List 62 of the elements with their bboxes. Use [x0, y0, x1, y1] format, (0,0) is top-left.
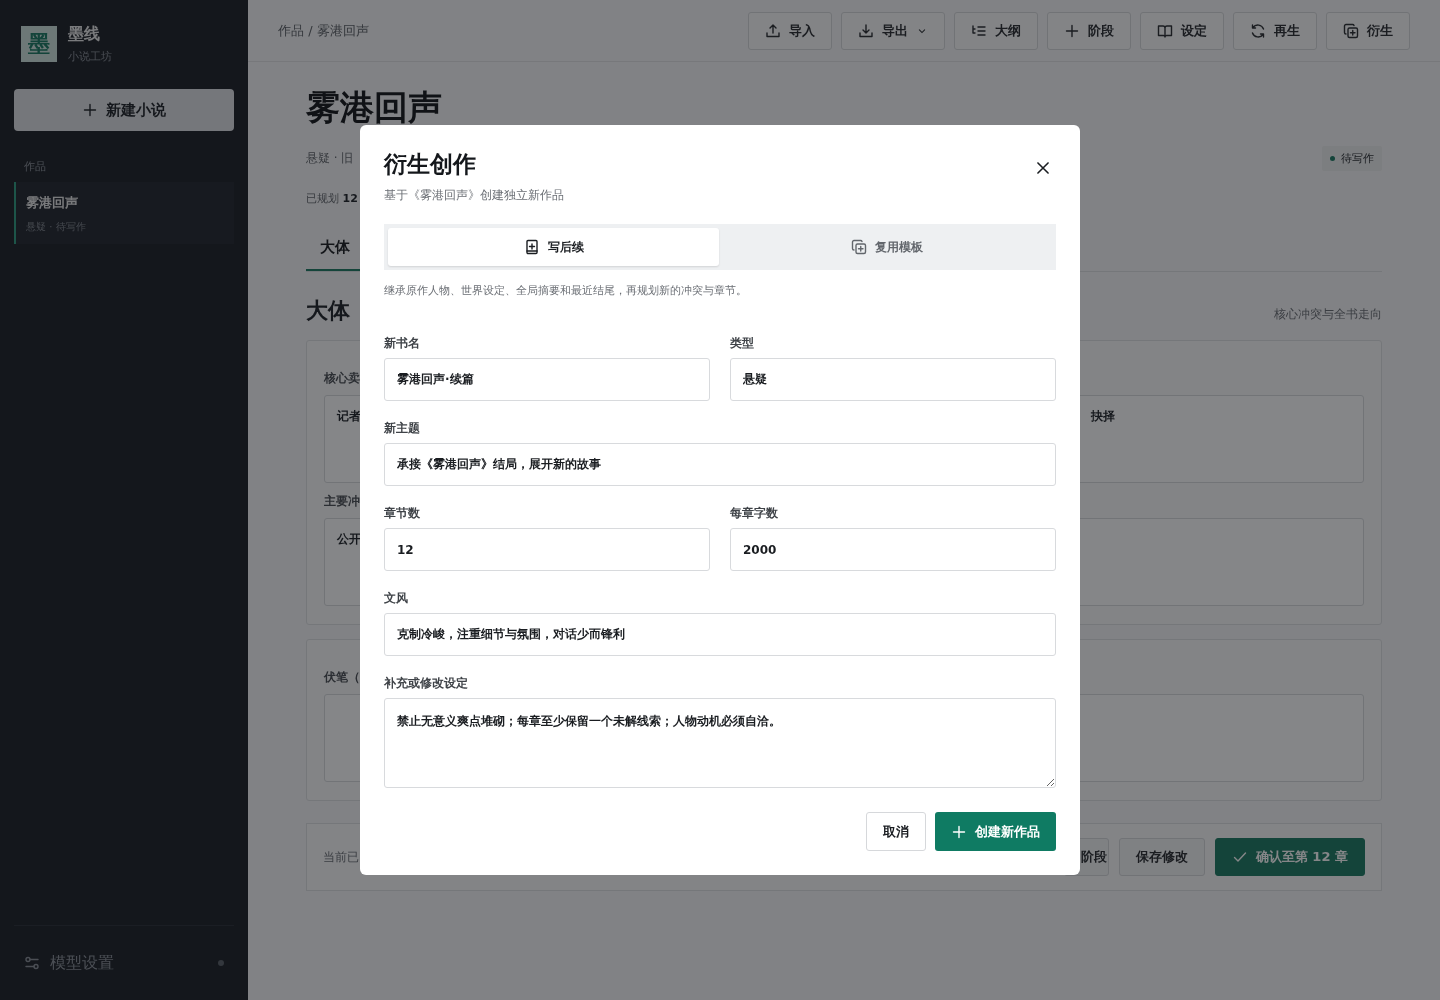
plus-icon	[82, 102, 98, 118]
field-text: 记者	[337, 408, 361, 425]
novel-meta: 悬疑 · 旧	[306, 150, 354, 167]
document-plus-icon	[523, 239, 540, 255]
page-title: 雾港回声	[306, 88, 442, 128]
input-field[interactable]: 12	[384, 528, 710, 571]
dialog-title: 衍生创作	[384, 151, 477, 179]
field-label: 新书名	[384, 336, 421, 350]
tab[interactable]: 复用模板	[721, 228, 1052, 266]
sliders-icon	[24, 955, 40, 971]
list-icon	[971, 22, 987, 39]
field-label: 每章字数	[730, 506, 779, 520]
refresh-icon	[1250, 22, 1266, 39]
status-dot	[218, 960, 224, 966]
confirm-button[interactable]: 确认至第 12 章	[1214, 838, 1365, 876]
text-area[interactable]: 禁止无意义爽点堆砌；每章至少保留一个未解线索；人物动机必须自洽。	[384, 698, 1056, 788]
toolbar-button[interactable]: 大纲	[954, 11, 1038, 50]
field-text: 抉择	[1091, 408, 1115, 425]
toolbar-button[interactable]: 设定	[1140, 11, 1224, 50]
progress-text: 已规划 12	[306, 191, 358, 206]
action-button[interactable]: 保存修改	[1118, 838, 1205, 876]
app-title: 墨线	[68, 24, 101, 45]
toolbar-button[interactable]: 再生	[1233, 11, 1317, 50]
book-icon	[1157, 22, 1173, 39]
status-badge: 待写作	[1322, 146, 1382, 171]
field-label: 类型	[730, 336, 755, 350]
cancel-button[interactable]: 取消	[866, 812, 926, 851]
breadcrumb: 作品 / 雾港回声	[278, 21, 370, 40]
novel-title: 雾港回声	[26, 194, 79, 212]
plus-icon	[1064, 22, 1080, 39]
field-label: 伏笔（	[324, 669, 360, 686]
toolbar-button[interactable]: 导出	[841, 11, 945, 50]
dialog-subtitle: 基于《雾港回声》创建独立新作品	[384, 187, 564, 204]
new-novel-button[interactable]: 新建小说	[14, 89, 234, 131]
field-label: 新主题	[384, 421, 421, 435]
copy-plus-icon	[850, 239, 867, 255]
create-button[interactable]: 创建新作品	[935, 812, 1056, 851]
section-hint: 核心冲突与全书走向	[1274, 306, 1382, 323]
field-label: 核心卖	[324, 370, 360, 387]
toolbar-button[interactable]: 衍生	[1326, 11, 1410, 50]
tab[interactable]: 写后续	[388, 228, 719, 266]
input-field[interactable]: 雾港回声·续篇	[384, 358, 710, 401]
section-title: 大体	[306, 297, 350, 325]
logo-icon: 墨	[21, 26, 57, 62]
input-field[interactable]: 2000	[730, 528, 1056, 571]
copy-plus-icon	[1343, 22, 1359, 39]
field-label: 主要冲	[324, 493, 360, 510]
close-icon	[1034, 159, 1052, 177]
upload-icon	[765, 22, 781, 39]
status-text: 当前已	[323, 848, 360, 866]
input-field[interactable]: 克制冷峻，注重细节与氛围，对话少而锋利	[384, 613, 1056, 656]
field-text: 公开	[337, 531, 361, 548]
toolbar-button[interactable]: 导入	[748, 11, 832, 50]
field-label: 文风	[384, 591, 409, 605]
hint-text: 继承原作人物、世界设定、全局摘要和最近结尾，再规划新的冲突与章节。	[384, 283, 748, 298]
toolbar-button[interactable]: 阶段	[1047, 11, 1131, 50]
input-field[interactable]: 承接《雾港回声》结局，展开新的故事	[384, 443, 1056, 486]
download-icon	[858, 22, 874, 39]
field-label: 章节数	[384, 506, 421, 520]
input-field[interactable]: 悬疑	[730, 358, 1056, 401]
field-label: 补充或修改设定	[384, 676, 469, 690]
plus-icon	[951, 823, 967, 840]
